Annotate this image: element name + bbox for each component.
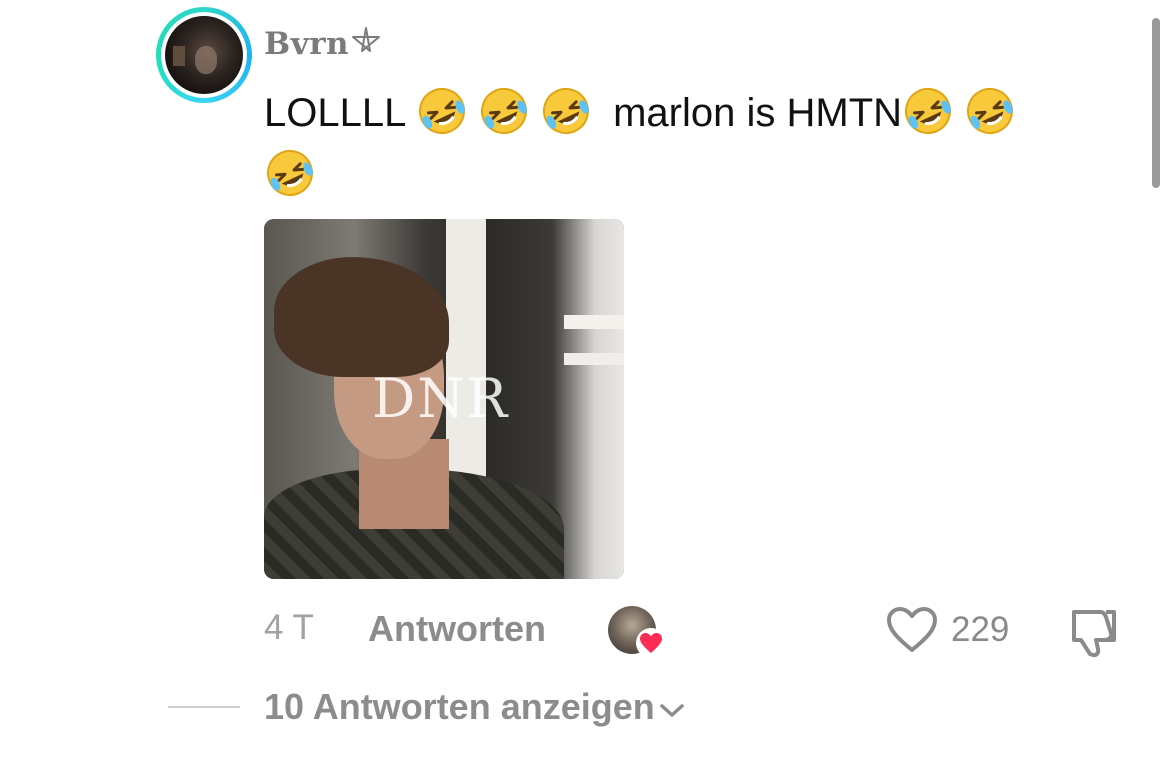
heart-outline-icon xyxy=(887,607,937,652)
user-avatar[interactable] xyxy=(156,7,252,103)
creator-liked-badge xyxy=(608,606,666,660)
comment-image[interactable]: DNR xyxy=(264,219,624,579)
image-watermark: DNR xyxy=(372,367,510,430)
rolling-laughing-emoji-icon xyxy=(267,150,313,196)
comment-timestamp: 4 T xyxy=(264,608,314,647)
rolling-laughing-emoji-icon xyxy=(967,88,1014,134)
thumbs-down-icon xyxy=(1072,610,1116,658)
dislike-button[interactable] xyxy=(1066,606,1120,663)
view-replies-label: 10 Antworten anzeigen xyxy=(264,686,655,727)
view-replies-button[interactable]: 10 Antworten anzeigen xyxy=(264,686,685,728)
replies-divider xyxy=(168,706,240,708)
like-count: 229 xyxy=(951,610,1010,649)
username-text: Bvrn xyxy=(264,26,350,62)
comment-text-part-2: marlon is HMTN xyxy=(613,91,903,135)
avatar-image xyxy=(165,16,243,94)
comment-text-part-1: LOLLLL xyxy=(264,91,405,135)
rolling-laughing-emoji-icon xyxy=(418,88,465,134)
avatar-ring-gap xyxy=(161,12,247,98)
chevron-down-icon xyxy=(659,704,684,717)
rolling-laughing-emoji-icon xyxy=(905,88,952,134)
username[interactable]: Bvrn xyxy=(264,26,381,62)
reply-button[interactable]: Antworten xyxy=(368,608,546,650)
scrollbar[interactable] xyxy=(1152,18,1160,188)
like-button[interactable] xyxy=(886,606,938,659)
rolling-laughing-emoji-icon xyxy=(480,88,527,134)
heart-icon xyxy=(636,628,666,658)
pentagram-icon xyxy=(352,27,381,52)
rolling-laughing-emoji-icon xyxy=(542,88,589,134)
comment-text: LOLLLL marlon is HMTN xyxy=(264,82,1104,206)
